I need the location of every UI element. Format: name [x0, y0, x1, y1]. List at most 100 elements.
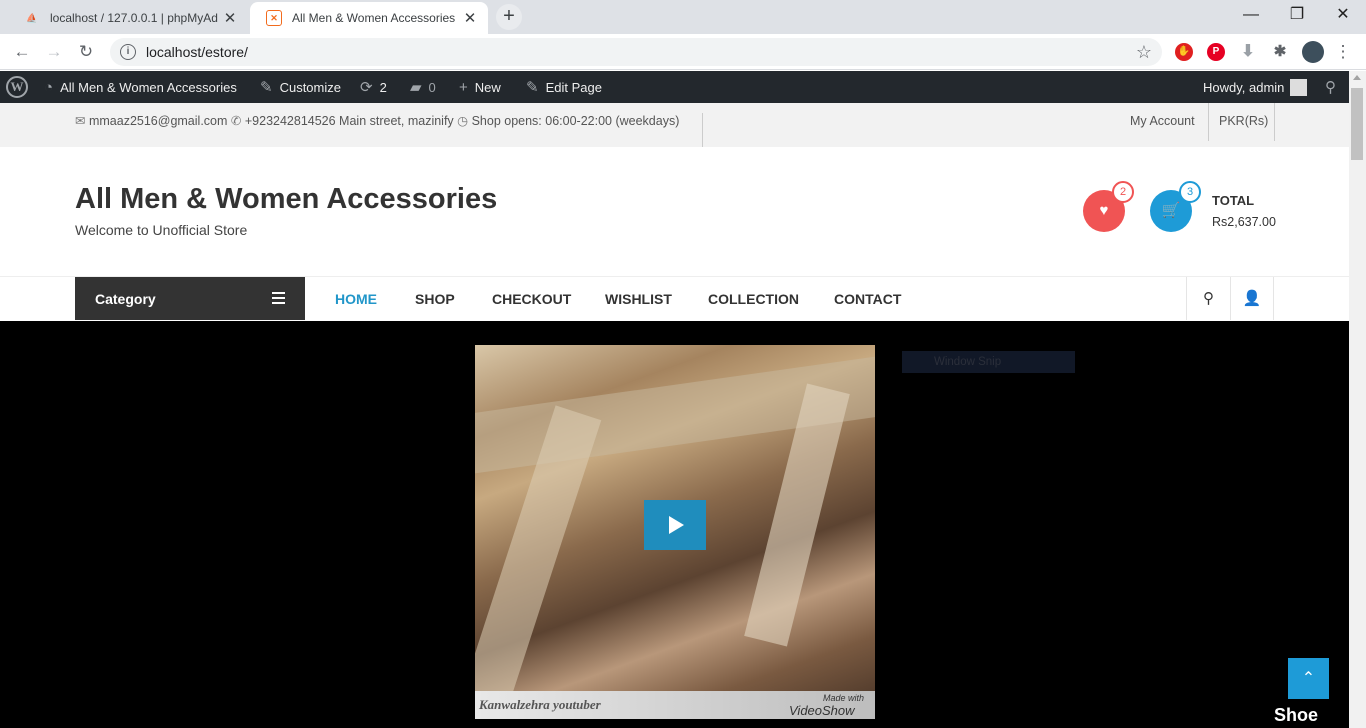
search-icon[interactable]: ⚲: [1186, 277, 1230, 320]
wishlist-count-badge: 2: [1112, 181, 1134, 203]
wp-admin-bar: W ◔ All Men & Women Accessories ✎ Custom…: [0, 71, 1366, 103]
browser-tab-phpmyadmin[interactable]: ⛵ localhost / 127.0.0.1 | phpMyAdmin ✕: [8, 2, 248, 34]
site-tagline: Welcome to Unofficial Store: [75, 222, 248, 238]
topbar-divider: [702, 113, 703, 147]
forward-icon[interactable]: →: [41, 39, 67, 65]
restore-icon[interactable]: ❐: [1274, 0, 1320, 32]
admin-edit-page[interactable]: ✎ Edit Page: [526, 71, 602, 103]
back-icon[interactable]: ←: [9, 39, 35, 65]
admin-new[interactable]: + New: [459, 71, 501, 103]
hero-section: Kanwalzehra youtuber Made with VideoShow…: [0, 321, 1349, 728]
main-navigation: Category HOME SHOP CHECKOUT WISHLIST COL…: [0, 277, 1349, 321]
video-watermark-bar: Kanwalzehra youtuber Made with VideoShow: [475, 691, 875, 719]
comment-icon: ▰: [410, 79, 422, 96]
admin-site-name[interactable]: ◔ All Men & Women Accessories: [44, 71, 237, 103]
currency-switcher[interactable]: PKR(Rs): [1219, 114, 1268, 128]
howdy-label: Howdy, admin: [1203, 79, 1285, 95]
site-header: All Men & Women Accessories Welcome to U…: [0, 147, 1349, 277]
browser-toolbar: ← → ↻ i localhost/estore/ ☆ ✋ P ⬇ ✱ ⋮: [0, 34, 1366, 70]
video-watermark-left: Kanwalzehra youtuber: [479, 697, 601, 712]
tab-title: All Men & Women Accessories –: [292, 11, 458, 25]
address-url[interactable]: localhost/estore/: [146, 44, 248, 60]
wordpress-logo-icon[interactable]: W: [6, 71, 28, 103]
window-snip-overlay: Window Snip: [902, 351, 1075, 373]
scrollbar-thumb[interactable]: [1351, 88, 1363, 160]
updates-icon: ⟳: [360, 79, 373, 96]
heart-icon: ♥: [1099, 202, 1109, 219]
reload-icon[interactable]: ↻: [73, 39, 99, 65]
category-menu-button[interactable]: Category: [75, 277, 305, 320]
menu-dots-icon[interactable]: ⋮: [1330, 39, 1356, 65]
pinterest-extension-icon[interactable]: P: [1207, 43, 1225, 61]
nav-home[interactable]: HOME: [335, 291, 377, 307]
topbar-divider: [1274, 103, 1275, 141]
new-tab-button[interactable]: +: [496, 4, 522, 30]
topbar-hours: Shop opens: 06:00-22:00 (weekdays): [471, 114, 680, 128]
new-label: New: [474, 79, 501, 95]
brush-icon: ✎: [260, 79, 273, 96]
nav-wishlist[interactable]: WISHLIST: [605, 291, 672, 307]
phone-icon: ✆: [230, 114, 242, 128]
clock-icon: ◷: [457, 114, 469, 128]
address-bar[interactable]: i localhost/estore/ ☆: [110, 38, 1162, 66]
cart-total-label: TOTAL: [1212, 193, 1255, 208]
updates-count: 2: [379, 79, 387, 95]
video-watermark-made: Made with: [823, 693, 865, 703]
site-topbar: ✉ mmaaz2516@gmail.com ✆ +923242814526 Ma…: [0, 103, 1349, 147]
browser-tab-strip: ⛵ localhost / 127.0.0.1 | phpMyAdmin ✕ ✕…: [0, 0, 1366, 34]
cart-icon: 🛒: [1161, 202, 1181, 219]
download-extension-icon[interactable]: ⬇: [1239, 43, 1257, 61]
site-title[interactable]: All Men & Women Accessories: [75, 183, 497, 216]
bookmark-star-icon[interactable]: ☆: [1136, 42, 1152, 63]
extensions-puzzle-icon[interactable]: ✱: [1271, 43, 1289, 61]
user-icon[interactable]: 👤: [1230, 277, 1274, 320]
admin-account[interactable]: Howdy, admin: [1203, 71, 1308, 103]
cart-count-badge: 3: [1179, 181, 1201, 203]
nav-shop[interactable]: SHOP: [415, 291, 455, 307]
envelope-icon: ✉: [75, 114, 86, 128]
comments-count: 0: [428, 79, 436, 95]
xampp-icon: ✕: [266, 10, 282, 26]
phpmyadmin-icon: ⛵: [26, 12, 38, 23]
admin-comments[interactable]: ▰ 0: [410, 71, 436, 103]
nav-checkout[interactable]: CHECKOUT: [492, 291, 571, 307]
play-icon: [669, 516, 684, 534]
hero-side-text: Shoe: [1274, 705, 1319, 725]
admin-search-icon[interactable]: ⚲: [1325, 71, 1336, 103]
admin-updates[interactable]: ⟳ 2: [360, 71, 387, 103]
pencil-icon: ✎: [526, 79, 539, 96]
topbar-contact: ✉ mmaaz2516@gmail.com ✆ +923242814526 Ma…: [75, 113, 679, 128]
hamburger-icon: [272, 292, 285, 307]
nav-collection[interactable]: COLLECTION: [708, 291, 799, 307]
page-scrollbar[interactable]: [1349, 71, 1366, 728]
customize-label: Customize: [279, 79, 341, 95]
browser-tab-estore[interactable]: ✕ All Men & Women Accessories – ✕: [250, 2, 488, 34]
scroll-to-top-button[interactable]: ⌃: [1288, 658, 1329, 699]
chevron-up-icon: ⌃: [1301, 670, 1316, 687]
tab-title: localhost / 127.0.0.1 | phpMyAdmin: [50, 11, 218, 25]
user-avatar-icon: [1290, 78, 1308, 96]
category-label: Category: [95, 290, 156, 307]
play-button[interactable]: [644, 500, 706, 550]
topbar-divider: [1208, 103, 1209, 141]
dashboard-icon: ◔: [44, 78, 54, 96]
edit-page-label: Edit Page: [545, 79, 602, 95]
adblock-extension-icon[interactable]: ✋: [1175, 43, 1193, 61]
close-window-icon[interactable]: ✕: [1320, 0, 1366, 32]
info-icon[interactable]: i: [120, 44, 136, 60]
cart-total-value: Rs2,637.00: [1212, 215, 1276, 229]
close-icon[interactable]: ✕: [458, 9, 482, 27]
scroll-up-arrow-icon[interactable]: [1353, 75, 1361, 80]
my-account-link[interactable]: My Account: [1130, 114, 1195, 128]
site-name-label: All Men & Women Accessories: [60, 79, 237, 95]
minimize-icon[interactable]: —: [1228, 0, 1274, 32]
nav-contact[interactable]: CONTACT: [834, 291, 901, 307]
profile-avatar[interactable]: [1302, 41, 1324, 63]
close-icon[interactable]: ✕: [218, 9, 242, 27]
plus-icon: +: [459, 78, 468, 96]
topbar-phone-address: +923242814526 Main street, mazinify: [244, 114, 454, 128]
admin-customize[interactable]: ✎ Customize: [260, 71, 341, 103]
video-player[interactable]: Kanwalzehra youtuber Made with VideoShow: [475, 345, 875, 719]
topbar-email: mmaaz2516@gmail.com: [88, 114, 228, 128]
video-watermark-brand: VideoShow: [789, 703, 855, 718]
